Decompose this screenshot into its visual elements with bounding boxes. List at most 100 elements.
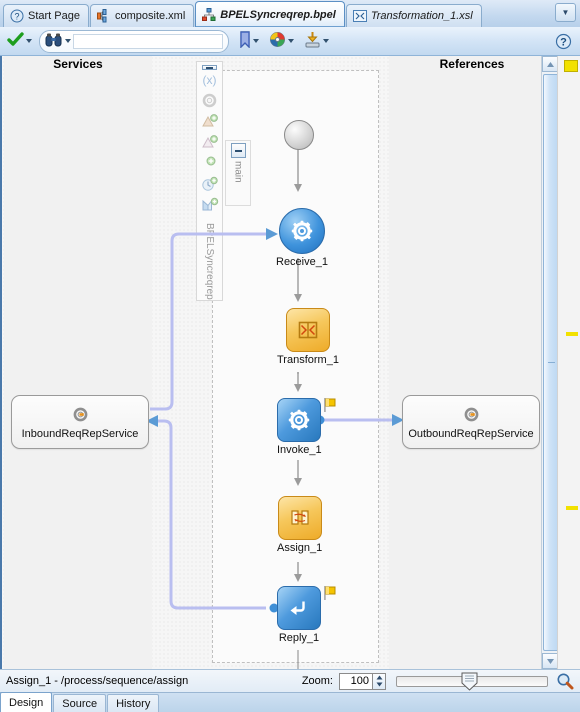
service-outbound[interactable]: OutboundReqRepService (402, 395, 540, 449)
zoom-input[interactable] (339, 672, 373, 690)
flow-add-icon[interactable] (200, 196, 219, 215)
flag-icon[interactable] (322, 397, 338, 413)
tab-label: Design (9, 696, 44, 709)
partnerlink-add-2-icon[interactable] (200, 133, 219, 152)
chevron-down-icon[interactable] (253, 39, 259, 43)
chevron-down-icon[interactable] (65, 39, 71, 43)
invoke-activity-node[interactable]: Invoke_1 (277, 398, 336, 456)
editor-view-tabs: Design Source History (0, 692, 580, 712)
scroll-up-button[interactable] (542, 56, 558, 72)
main-scope-strip: main (225, 140, 251, 206)
reply-arrow-icon (290, 601, 305, 615)
references-header: References (439, 57, 505, 71)
editor-toolbar: ? (0, 27, 580, 56)
gear-icon[interactable] (200, 91, 219, 110)
validate-button[interactable] (6, 30, 33, 52)
chevron-down-icon[interactable] (323, 39, 329, 43)
gear-icon (291, 220, 313, 242)
add-icon[interactable] (200, 154, 219, 173)
zoom-down-button[interactable] (373, 681, 385, 689)
binoculars-icon (45, 32, 62, 50)
gear-icon (289, 409, 310, 431)
tab-label: composite.xml (114, 10, 186, 22)
status-path: Assign_1 - /process/sequence/assign (6, 675, 189, 687)
zoom-label: Zoom: (301, 675, 333, 687)
xsl-icon (352, 9, 367, 23)
main-collapse-button[interactable] (230, 143, 246, 158)
reply-shape (277, 586, 336, 630)
reply-activity-node[interactable]: Reply_1 (277, 586, 336, 644)
bpel-design-canvas[interactable]: Services References (x) BPELSyncreqrep m… (0, 56, 580, 669)
variables-icon[interactable]: (x) (200, 70, 219, 89)
assign-icon (291, 510, 309, 525)
main-scope-label: main (232, 161, 244, 183)
process-palette-strip: (x) BPELSyncreqrep (196, 61, 223, 301)
transform-activity-node[interactable]: Transform_1 (277, 308, 339, 366)
scrollbar-grip (548, 362, 555, 366)
services-header: Services (53, 57, 103, 71)
scroll-down-button[interactable] (542, 653, 558, 669)
transform-icon (298, 321, 318, 339)
services-lane (4, 56, 152, 669)
service-name: OutboundReqRepService (408, 427, 534, 440)
palette-process-label: BPELSyncreqrep (204, 223, 215, 300)
invoke-shape (277, 398, 336, 442)
tab-start-page[interactable]: ? Start Page (3, 4, 89, 27)
node-label: Receive_1 (276, 256, 328, 268)
flag-icon[interactable] (322, 585, 338, 601)
palette-button[interactable] (268, 30, 295, 52)
search-box[interactable] (39, 29, 229, 53)
references-lane (389, 56, 555, 669)
assign-activity-node[interactable]: Assign_1 (277, 496, 322, 554)
overview-marker[interactable] (564, 60, 578, 72)
overview-marker[interactable] (566, 332, 578, 336)
tab-design[interactable]: Design (0, 692, 53, 712)
palette-icon (269, 31, 286, 51)
partnerlink-add-icon[interactable] (200, 112, 219, 131)
tab-history[interactable]: History (107, 694, 160, 712)
check-icon (7, 31, 24, 51)
chevron-down-icon[interactable] (26, 39, 32, 43)
deploy-icon (304, 31, 321, 51)
timer-add-icon[interactable] (200, 175, 219, 194)
search-input[interactable] (73, 33, 223, 49)
tab-label: History (116, 697, 151, 710)
tab-overflow-button[interactable]: ▼ (555, 3, 576, 22)
overview-marker-strip[interactable] (557, 56, 580, 669)
tab-label: BPELSyncreqrep.bpel (220, 8, 336, 21)
receive-activity-node[interactable]: Receive_1 (276, 208, 328, 268)
service-inbound[interactable]: InboundReqRepService (11, 395, 149, 449)
node-label: Transform_1 (277, 354, 339, 366)
tab-label: Start Page (28, 10, 80, 22)
tab-transformation-xsl[interactable]: Transformation_1.xsl (345, 4, 482, 27)
start-terminal-node[interactable] (284, 120, 314, 150)
question-mark-icon: ? (10, 9, 24, 23)
chevron-down-icon: ▼ (561, 8, 570, 17)
svg-text:?: ? (14, 12, 19, 22)
gear-icon (462, 405, 481, 427)
tab-label: Source (62, 697, 98, 710)
chevron-down-icon[interactable] (288, 39, 294, 43)
overview-marker[interactable] (566, 506, 578, 510)
deploy-button[interactable] (303, 30, 330, 52)
start-circle-icon (284, 120, 314, 150)
svg-text:?: ? (560, 36, 567, 48)
receive-shape (278, 208, 325, 254)
tab-source[interactable]: Source (53, 694, 107, 712)
transform-shape (285, 308, 330, 352)
assign-shape (277, 496, 322, 540)
tab-bpel-syncreqrep[interactable]: BPELSyncreqrep.bpel (195, 1, 345, 27)
jdeveloper-bpel-editor: ? Start Page composite.xml BPELSyncreqre… (0, 0, 580, 712)
help-button[interactable]: ? (555, 33, 572, 50)
vertical-scrollbar[interactable] (541, 56, 559, 669)
zoom-slider[interactable] (396, 672, 548, 691)
gear-icon (71, 405, 90, 427)
bookmark-button[interactable] (238, 30, 260, 52)
zoom-stepper[interactable] (373, 672, 386, 690)
service-name: InboundReqRepService (21, 427, 139, 440)
composite-icon (96, 9, 111, 23)
zoom-up-button[interactable] (373, 674, 385, 682)
tab-composite-xml[interactable]: composite.xml (89, 4, 195, 27)
magnifier-icon[interactable] (556, 672, 574, 690)
zoom-slider-thumb[interactable] (461, 672, 478, 691)
